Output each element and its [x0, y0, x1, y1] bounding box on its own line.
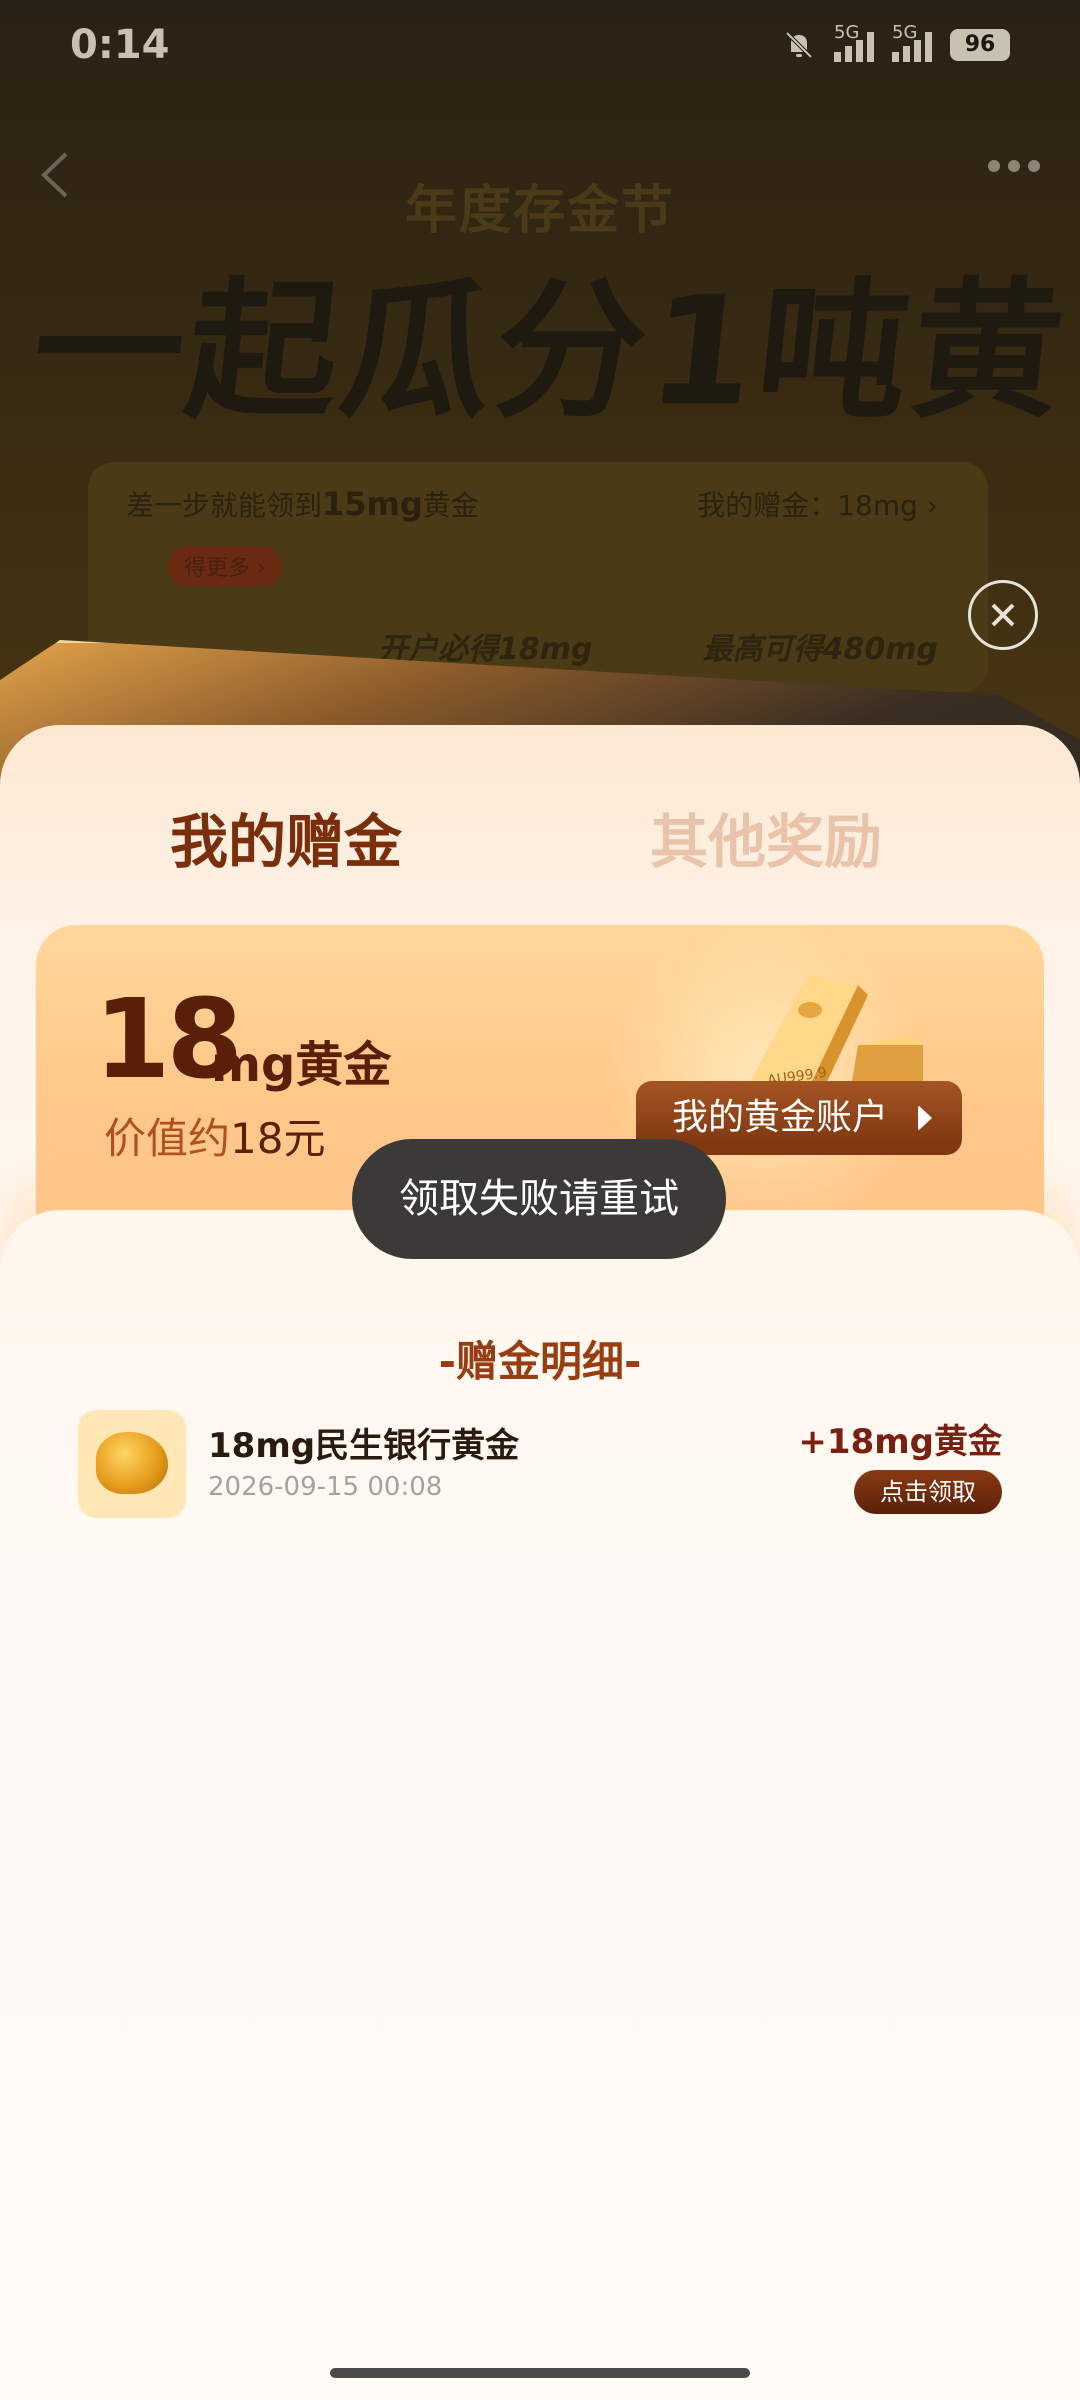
signal-label: 5G — [892, 22, 918, 43]
progress-amount: 15mg — [322, 485, 423, 523]
error-toast: 领取失败请重试 — [352, 1139, 726, 1259]
status-icons: 5G 5G 96 — [782, 22, 1010, 62]
gift-record-item: 18mg民生银行黄金 2026-09-15 00:08 +18mg黄金 点击领取 — [78, 1410, 1002, 1520]
close-button[interactable] — [968, 580, 1038, 650]
value-prefix: 价值约 — [104, 1114, 231, 1163]
gold-account-label: 我的黄金账户 — [672, 1097, 889, 1138]
claim-button[interactable]: 点击领取 — [854, 1470, 1002, 1514]
signal-label: 5G — [834, 22, 860, 43]
progress-suffix: 黄金 — [422, 489, 479, 522]
tab-my-gift[interactable]: 我的赠金 — [170, 795, 402, 879]
status-bar: 0:14 5G 5G 96 — [0, 0, 1080, 100]
close-icon — [991, 603, 1015, 627]
record-amount: +18mg黄金 — [798, 1422, 1002, 1462]
record-date: 2026-09-15 00:08 — [208, 1472, 443, 1502]
gift-detail-title: -赠金明细- — [438, 1337, 642, 1386]
status-time: 0:14 — [70, 22, 170, 68]
event-card-progress: 差一步就能领到15mg黄金 — [126, 484, 479, 524]
mute-bell-icon — [785, 31, 813, 59]
tab-bar: 我的赠金 其他奖励 — [0, 795, 1080, 876]
gift-sheet: 我的赠金 其他奖励 18 mg黄金 价值约18元 AU999.9 我的黄金账户 … — [0, 725, 1080, 2400]
progress-prefix: 差一步就能领到 — [126, 489, 323, 522]
my-gift-link[interactable]: 我的赠金：18mg › — [697, 484, 938, 524]
gold-nugget-icon — [78, 1410, 186, 1518]
gold-value: 价值约18元 — [104, 1105, 325, 1166]
tab-other-rewards[interactable]: 其他奖励 — [650, 795, 882, 879]
earn-more-button[interactable]: 得更多 › — [168, 546, 282, 586]
battery-icon: 96 — [950, 29, 1010, 61]
record-name: 18mg民生银行黄金 — [208, 1426, 520, 1466]
gift-detail-panel: -赠金明细- 18mg民生银行黄金 2026-09-15 00:08 +18mg… — [0, 1210, 1080, 2400]
gold-unit: mg黄金 — [211, 1037, 392, 1093]
home-indicator[interactable] — [330, 2368, 750, 2378]
value-amount: 18元 — [230, 1114, 326, 1163]
max-reward-tag: 最高可得480mg — [702, 632, 938, 667]
signal-icon: 5G — [834, 22, 874, 62]
play-arrow-icon — [918, 1105, 932, 1131]
signal-icon: 5G — [892, 22, 932, 62]
